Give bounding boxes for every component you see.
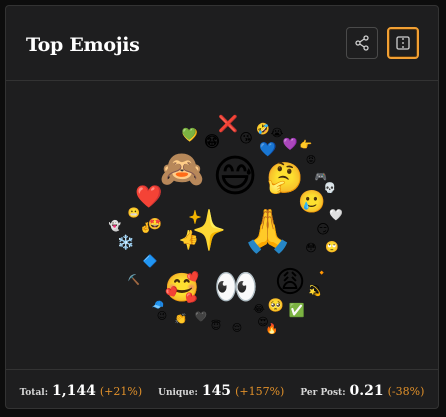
emoji-see-no-evil-monkey[interactable]: 🙈 <box>160 152 205 188</box>
stats-footer: Total: 1,144 (+21%) Unique: 145 (+157%) … <box>6 369 438 408</box>
emoji-face-blowing-kiss[interactable]: 😘 <box>239 133 253 146</box>
emoji-rofl[interactable]: 🤣 <box>256 124 270 135</box>
share-icon <box>355 35 369 51</box>
stat-perpost-change: (-38%) <box>387 384 425 398</box>
stat-unique: Unique: 145 (+157%) <box>158 383 284 399</box>
stat-total-change: (+21%) <box>99 384 143 398</box>
emoji-grimacing[interactable]: 😬 <box>128 209 140 219</box>
emoji-pleading-face[interactable]: 🥺 <box>268 300 284 313</box>
emoji-crying-face[interactable]: 😭 <box>271 128 284 139</box>
emoji-red-heart[interactable]: ❤️ <box>135 187 162 209</box>
emoji-smiling-hearts[interactable]: 🥰 <box>165 274 200 302</box>
emoji-check-mark[interactable]: ✅ <box>289 305 305 318</box>
emoji-smiling-tear[interactable]: 🥲 <box>298 192 325 214</box>
stat-total-value: 1,144 <box>52 382 96 399</box>
emoji-folded-hands[interactable]: 🙏 <box>242 210 294 252</box>
emoji-winking[interactable]: 😉 <box>157 312 167 322</box>
stat-unique-change: (+157%) <box>235 384 285 398</box>
emoji-tears-of-joy[interactable]: 😂 <box>253 305 265 315</box>
emoji-heart-eyes[interactable]: 😍 <box>257 317 268 328</box>
emoji-sweat-smile[interactable]: 😅 <box>212 155 258 199</box>
emoji-dizzy[interactable]: 💫 <box>309 287 321 297</box>
emoji-snowflake[interactable]: ❄️ <box>117 236 134 250</box>
emoji-black-heart[interactable]: 🖤 <box>195 313 207 323</box>
stat-per-post: Per Post: 0.21 (-38%) <box>300 383 424 399</box>
stat-perpost-label: Per Post: <box>300 387 346 398</box>
stat-perpost-value: 0.21 <box>349 382 384 399</box>
stat-unique-label: Unique: <box>158 387 198 398</box>
emoji-ghost[interactable]: 👻 <box>109 222 121 232</box>
emoji-cap[interactable]: 🧢 <box>152 301 164 311</box>
top-emojis-card: Top Emojis 😅 🙏 ✨ 🙈 👀 🥰 🤔 😩 ❤️ 🥲 💙 😆 💛 ❌ 💚 😁 😘 🤣 😭 💜 👉 😡 🎮 💀 🤍 😏 🙄 <box>5 5 439 409</box>
share-button[interactable] <box>346 27 378 59</box>
emoji-thumbs-up[interactable]: 👍 <box>181 231 198 245</box>
emoji-angry-face[interactable]: 😡 <box>306 156 316 166</box>
emoji-weary-face[interactable]: 😩 <box>274 268 305 298</box>
emoji-blue-diamond[interactable]: 🔷 <box>143 255 158 267</box>
emoji-eyes[interactable]: 👀 <box>214 270 259 306</box>
emoji-blue-heart[interactable]: 💙 <box>259 143 276 157</box>
emoji-green-heart[interactable]: 💚 <box>182 128 197 140</box>
emoji-cross-mark[interactable]: ❌ <box>218 116 238 132</box>
emoji-rolling-eyes[interactable]: 🙄 <box>325 242 339 253</box>
emoji-skull[interactable]: 💀 <box>324 184 336 194</box>
emoji-clapping[interactable]: 👏 <box>175 315 187 325</box>
emoji-relieved-face[interactable]: 😌 <box>232 324 242 334</box>
emoji-white-heart[interactable]: 🤍 <box>329 210 343 221</box>
split-view-icon <box>396 36 410 50</box>
emoji-purple-heart[interactable]: 💜 <box>283 138 298 150</box>
stat-total-label: Total: <box>19 387 49 398</box>
emoji-pointing-right[interactable]: 👉 <box>300 141 312 151</box>
emoji-flushed-face[interactable]: 😳 <box>305 243 316 254</box>
emoji-game-controller[interactable]: 🎮 <box>315 173 327 183</box>
stat-unique-value: 145 <box>201 382 232 399</box>
card-header: Top Emojis <box>6 6 438 81</box>
emoji-pick[interactable]: ⛏️ <box>128 276 140 286</box>
card-title: Top Emojis <box>26 34 140 56</box>
emoji-orange-diamond[interactable]: 🔸 <box>316 269 328 279</box>
emoji-smirking-face[interactable]: 😏 <box>316 224 330 237</box>
emoji-beaming-face[interactable]: 😁 <box>204 134 221 150</box>
emoji-halo-face[interactable]: 😇 <box>211 322 221 332</box>
stat-total: Total: 1,144 (+21%) <box>20 383 143 399</box>
emoji-cloud: 😅 🙏 ✨ 🙈 👀 🥰 🤔 😩 ❤️ 🥲 💙 😆 💛 ❌ 💚 😁 😘 🤣 😭 💜 👉 😡 🎮 💀 🤍 😏 🙄 😳 🔸 😮 🥺 ✅ 💫 😂 🔥 😍 😌 😇 🖤… <box>6 81 438 371</box>
emoji-star-struck[interactable]: 🤩 <box>148 219 162 230</box>
split-view-button[interactable] <box>387 27 419 59</box>
